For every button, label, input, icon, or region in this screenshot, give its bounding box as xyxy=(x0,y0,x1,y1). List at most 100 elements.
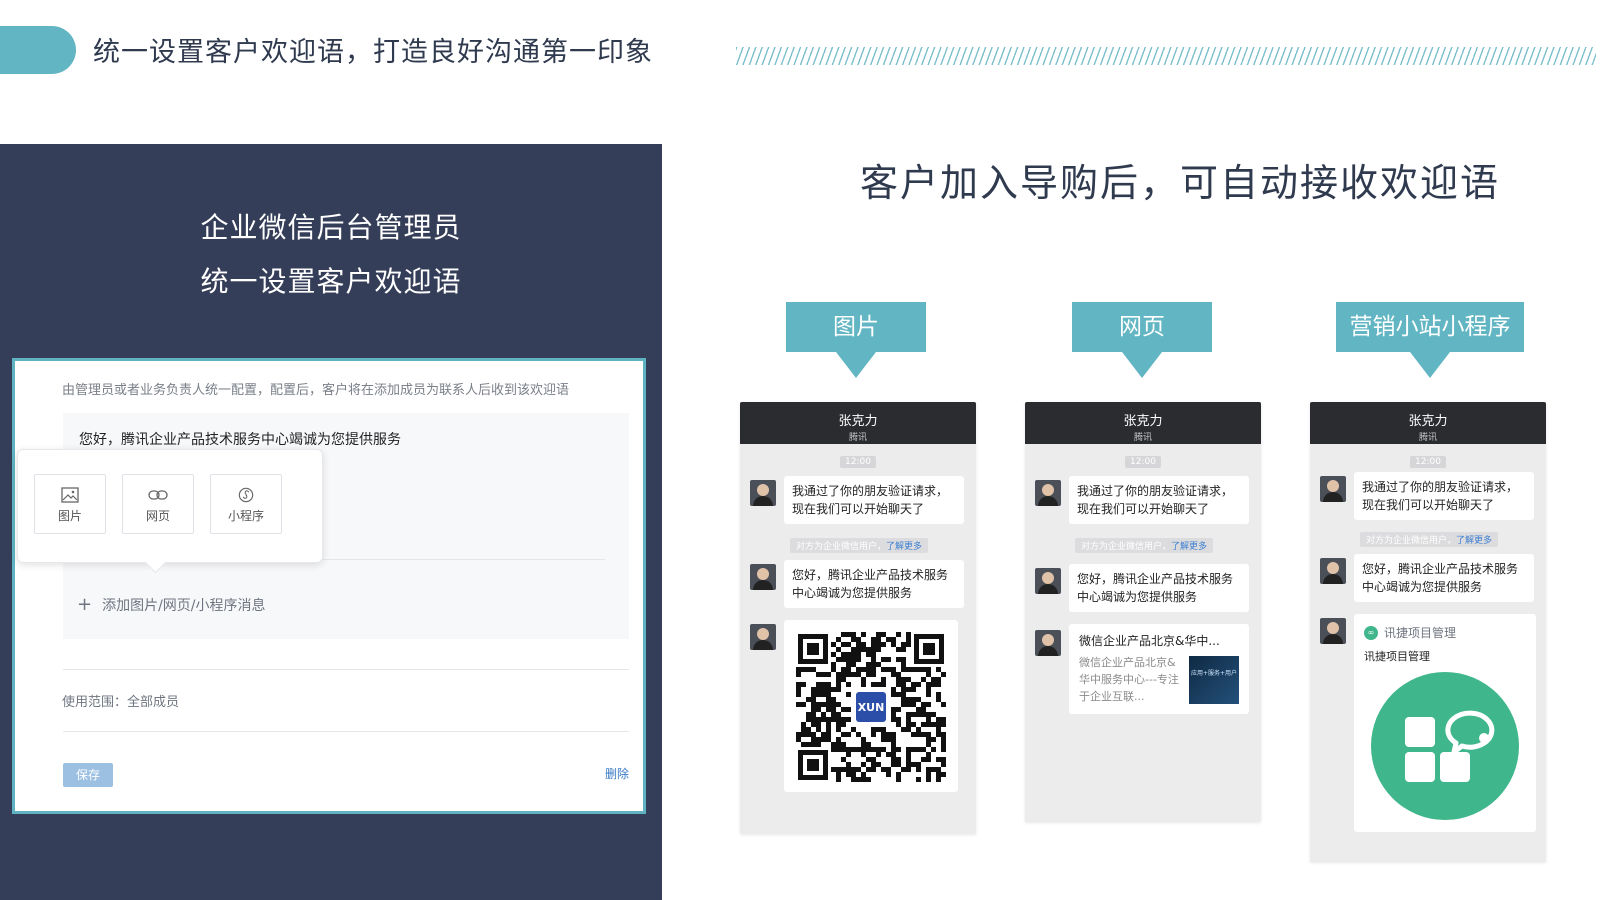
system-notice: 对方为企业微信用户，了解更多 xyxy=(1075,538,1214,553)
qr-module xyxy=(926,777,931,782)
attach-mini-program-option[interactable]: 小程序 xyxy=(210,474,282,534)
qr-module xyxy=(891,752,896,757)
arrow-down-icon xyxy=(836,352,876,378)
qr-module xyxy=(841,677,846,682)
qr-module xyxy=(811,722,816,727)
qr-module xyxy=(896,677,901,682)
usage-scope[interactable]: 使用范围：全部成员 xyxy=(62,691,179,710)
chat-header: 张克力 腾讯 xyxy=(740,402,976,444)
qr-module xyxy=(906,637,911,642)
qr-module xyxy=(856,732,861,737)
qr-module xyxy=(911,712,916,717)
qr-module xyxy=(861,632,866,637)
qr-module xyxy=(901,642,906,647)
attach-link-label: 网页 xyxy=(145,509,170,523)
qr-module xyxy=(901,657,906,662)
mini-program-icon xyxy=(238,487,254,503)
qr-module xyxy=(836,677,841,682)
qr-module xyxy=(841,652,846,657)
qr-module xyxy=(861,677,866,682)
attach-link-option[interactable]: 网页 xyxy=(122,474,194,534)
qr-module xyxy=(916,777,921,782)
qr-module xyxy=(891,642,896,647)
qr-module xyxy=(831,707,836,712)
mini-program-card[interactable]: ∞ 讯捷项目管理 讯捷项目管理 xyxy=(1354,614,1536,832)
qr-module xyxy=(896,657,901,662)
qr-module xyxy=(926,672,931,677)
qr-module xyxy=(896,647,901,652)
qr-module xyxy=(941,702,946,707)
qr-module xyxy=(846,752,851,757)
qr-module xyxy=(906,687,911,692)
attach-mini-program-label: 小程序 xyxy=(227,509,264,523)
qr-module xyxy=(801,732,806,737)
webpage-card[interactable]: 微信企业产品北京&华中... 微信企业产品北京&华中服务中心---专注于企业互联… xyxy=(1069,624,1249,714)
qr-module xyxy=(891,707,896,712)
qr-module xyxy=(846,692,851,697)
qr-module xyxy=(876,752,881,757)
qr-module xyxy=(866,757,871,762)
qr-module xyxy=(881,632,886,637)
qr-module xyxy=(926,722,931,727)
qr-module xyxy=(866,767,871,772)
qr-module xyxy=(846,732,851,737)
qr-module xyxy=(801,742,806,747)
qr-module xyxy=(861,772,866,777)
avatar xyxy=(1035,480,1061,506)
qr-module xyxy=(911,682,916,687)
qr-module xyxy=(796,682,801,687)
attach-image-label: 图片 xyxy=(57,509,82,523)
qr-module xyxy=(921,732,926,737)
qr-module xyxy=(846,632,851,637)
qr-module xyxy=(906,642,911,647)
message-text[interactable]: 您好，腾讯企业产品技术服务中心竭诚为您提供服务 xyxy=(79,429,401,449)
qr-module xyxy=(891,667,896,672)
mini-program-badge-icon: ∞ xyxy=(1364,625,1378,640)
qr-module xyxy=(811,697,816,702)
learn-more-link[interactable]: 了解更多 xyxy=(886,542,922,552)
qr-module xyxy=(851,672,856,677)
delete-link[interactable]: 删除 xyxy=(605,765,629,782)
qr-module xyxy=(926,757,931,762)
qr-module xyxy=(941,717,946,722)
qr-module xyxy=(861,777,866,782)
notice-text: 对方为企业微信用户， xyxy=(1366,536,1457,546)
add-attachment-button[interactable]: + 添加图片/网页/小程序消息 xyxy=(77,595,266,615)
qr-module xyxy=(851,777,856,782)
qr-module xyxy=(906,712,911,717)
qr-module xyxy=(856,642,861,647)
attach-image-option[interactable]: 图片 xyxy=(34,474,106,534)
mini-program-source: ∞ 讯捷项目管理 xyxy=(1364,624,1456,641)
qr-module xyxy=(856,657,861,662)
qr-module xyxy=(916,707,921,712)
qr-module xyxy=(891,762,896,767)
qr-module xyxy=(926,752,931,757)
qr-module xyxy=(811,702,816,707)
qr-module xyxy=(886,667,891,672)
qr-module xyxy=(806,742,811,747)
save-button[interactable]: 保存 xyxy=(63,763,113,787)
learn-more-link[interactable]: 了解更多 xyxy=(1171,542,1207,552)
qr-module xyxy=(881,727,886,732)
avatar xyxy=(750,480,776,506)
qr-module xyxy=(841,742,846,747)
learn-more-link[interactable]: 了解更多 xyxy=(1456,536,1492,546)
qr-module xyxy=(851,662,856,667)
attachment-type-popup: 图片 网页 小程序 xyxy=(17,449,323,574)
qr-module xyxy=(881,667,886,672)
qr-module xyxy=(901,682,906,687)
qr-module xyxy=(906,767,911,772)
qr-module xyxy=(836,777,841,782)
avatar xyxy=(1320,558,1346,584)
qr-module xyxy=(831,767,836,772)
qr-module xyxy=(801,682,806,687)
qr-module xyxy=(836,637,841,642)
qr-module xyxy=(911,697,916,702)
qr-module xyxy=(921,757,926,762)
chat-header: 张克力 腾讯 xyxy=(1310,402,1546,444)
qr-module xyxy=(931,722,936,727)
welcome-bubble: 您好，腾讯企业产品技术服务中心竭诚为您提供服务 xyxy=(1354,554,1534,602)
greeting-bubble: 我通过了你的朋友验证请求，现在我们可以开始聊天了 xyxy=(784,476,964,524)
qr-module xyxy=(926,742,931,747)
qr-module xyxy=(936,767,941,772)
